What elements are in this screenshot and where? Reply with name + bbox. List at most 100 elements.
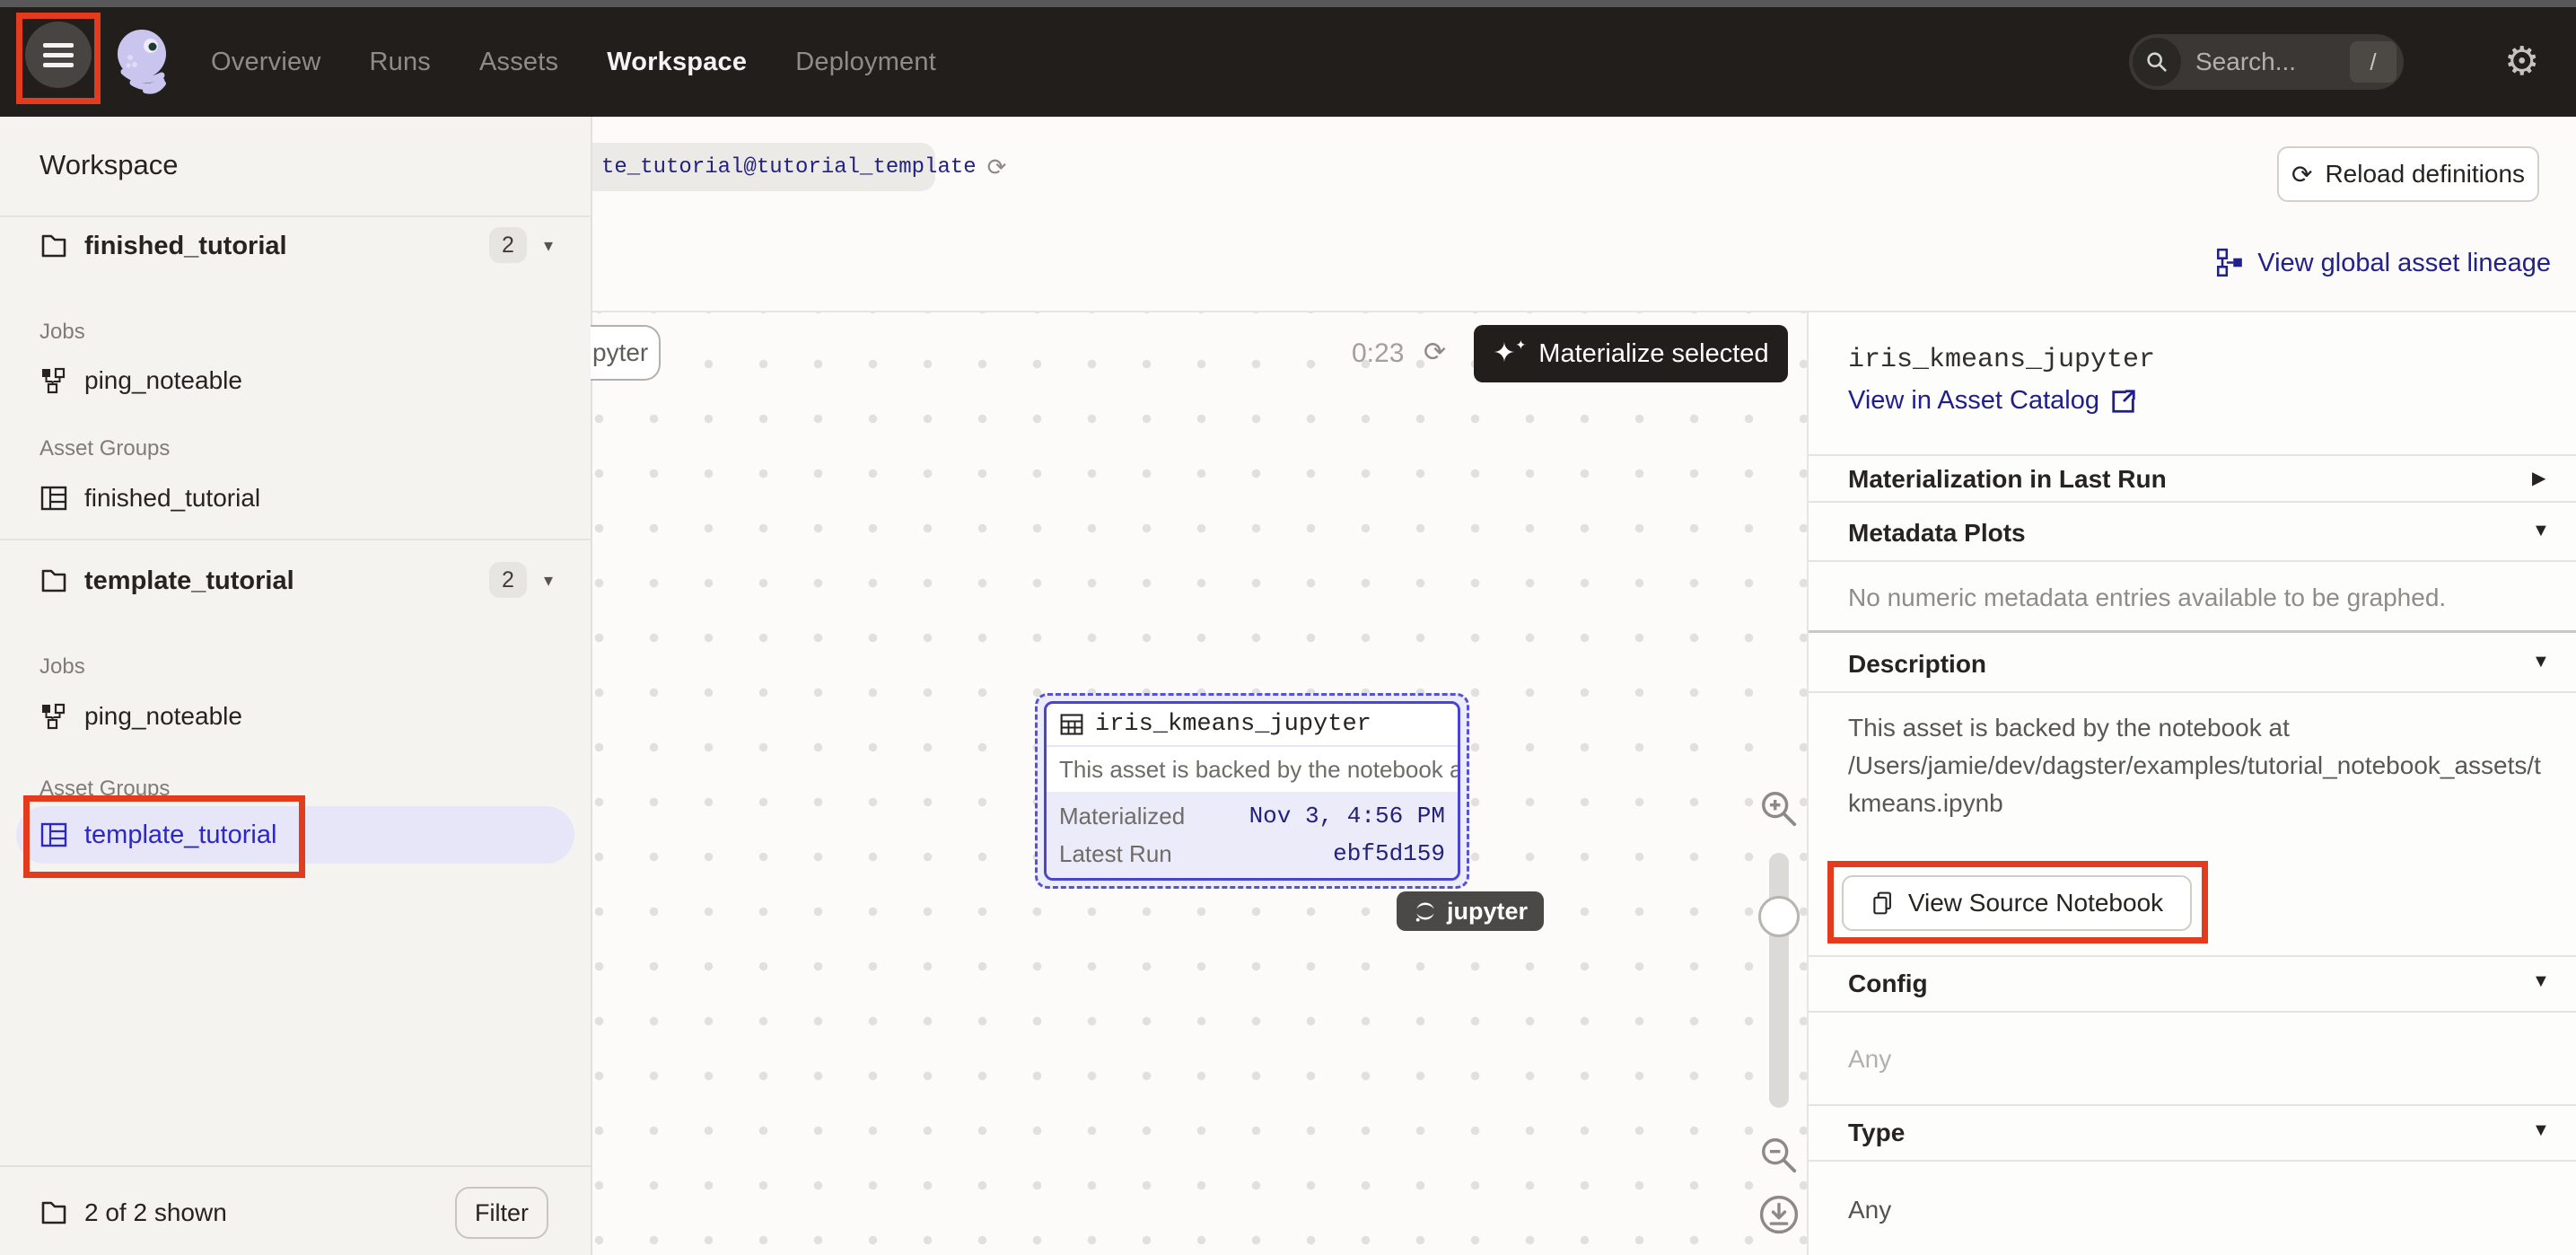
filter-button[interactable]: Filter: [455, 1187, 548, 1239]
section-config[interactable]: Config: [1848, 970, 1928, 998]
chevron-down-icon[interactable]: ▾: [544, 234, 553, 257]
divider: [0, 1165, 592, 1167]
materialize-selected-button[interactable]: ✦✦ Materialize selected: [1474, 325, 1788, 382]
config-value: Any: [1848, 1045, 1891, 1074]
window-top-strip: [0, 0, 2576, 7]
chevron-down-icon[interactable]: ▼: [2532, 521, 2550, 541]
description-text: This asset is backed by the notebook at …: [1848, 709, 2550, 822]
sidebar-group-finished-tutorial[interactable]: finished_tutorial: [0, 481, 592, 515]
search-icon: [2133, 38, 2181, 86]
download-image-icon[interactable]: [1758, 1194, 1800, 1235]
zoom-slider-thumb[interactable]: [1758, 896, 1800, 937]
divider: [1809, 560, 2576, 562]
search-placeholder: Search...: [2195, 48, 2350, 76]
repo-name: finished_tutorial: [84, 232, 287, 261]
chevron-down-icon[interactable]: ▾: [544, 569, 553, 592]
divider: [1809, 955, 2576, 957]
sparkle-icon: ✦✦: [1493, 338, 1526, 369]
divider: [1809, 1011, 2576, 1013]
type-value: Any: [1848, 1196, 1891, 1224]
view-in-asset-catalog-link[interactable]: View in Asset Catalog: [1848, 386, 2137, 416]
sidebar-footer: 2 of 2 shown: [39, 1187, 227, 1239]
latest-run-value[interactable]: ebf5d159: [1333, 840, 1445, 867]
divider: [1809, 1160, 2576, 1162]
gear-icon[interactable]: ⚙: [2504, 29, 2539, 95]
hamburger-annotation-box: [16, 13, 101, 104]
chevron-down-icon[interactable]: ▼: [2532, 652, 2550, 672]
nav-assets[interactable]: Assets: [479, 48, 558, 77]
template-tutorial-annotation-box: [23, 795, 305, 878]
nav-deployment[interactable]: Deployment: [795, 48, 936, 77]
section-description[interactable]: Description: [1848, 650, 1986, 679]
job-graph-icon: [39, 366, 68, 395]
divider: [1809, 454, 2576, 456]
metadata-empty-message: No numeric metadata entries available to…: [1848, 584, 2446, 612]
chevron-down-icon[interactable]: ▼: [2532, 1120, 2550, 1141]
nav-workspace[interactable]: Workspace: [607, 48, 747, 77]
view-global-asset-lineage-link[interactable]: View global asset lineage: [2214, 248, 2551, 278]
divider: [1809, 1104, 2576, 1106]
top-navigation-bar: Overview Runs Assets Workspace Deploymen…: [0, 7, 2576, 117]
section-type[interactable]: Type: [1848, 1119, 1905, 1147]
reload-definitions-button[interactable]: ⟳ Reload definitions: [2277, 146, 2539, 202]
latest-run-label: Latest Run: [1059, 840, 1172, 868]
sidebar-title: Workspace: [39, 149, 179, 181]
refresh-icon[interactable]: ⟳: [987, 154, 1007, 181]
divider: [1809, 630, 2576, 633]
job-name: ping_noteable: [84, 366, 242, 395]
nav-runs[interactable]: Runs: [369, 48, 431, 77]
main-nav: Overview Runs Assets Workspace Deploymen…: [211, 7, 936, 117]
divider: [0, 215, 592, 217]
job-graph-icon: [39, 702, 68, 731]
materialized-value[interactable]: Nov 3, 4:56 PM: [1249, 803, 1445, 829]
table-icon: [1059, 712, 1084, 737]
asset-node-header: iris_kmeans_jupyter: [1047, 704, 1458, 747]
asset-groups-section-label: Asset Groups: [0, 435, 592, 462]
section-materialization-last-run[interactable]: Materialization in Last Run: [1848, 465, 2167, 494]
repository-tag[interactable]: te_tutorial@tutorial_template ⟳: [592, 143, 935, 191]
view-source-notebook-button[interactable]: View Source Notebook: [1842, 875, 2192, 931]
zoom-slider-track[interactable]: [1769, 853, 1789, 1108]
zoom-out-icon[interactable]: [1758, 1135, 1800, 1176]
asset-node-iris-kmeans-jupyter[interactable]: iris_kmeans_jupyter This asset is backed…: [1044, 701, 1460, 881]
sidebar-job-ping-noteable[interactable]: ping_noteable: [0, 364, 592, 398]
repo-count-badge: 2: [489, 227, 527, 263]
lineage-icon: [2214, 248, 2245, 278]
repository-name: te_tutorial@tutorial_template: [601, 155, 977, 180]
zoom-in-icon[interactable]: [1758, 788, 1800, 829]
asset-details-panel: iris_kmeans_jupyter View in Asset Catalo…: [1807, 311, 2576, 1255]
content-header: te_tutorial@tutorial_template ⟳ ⟳ Reload…: [592, 117, 2576, 311]
jobs-section-label: Jobs: [0, 319, 592, 346]
divider: [1809, 691, 2576, 693]
dagster-workspace-screen: Overview Runs Assets Workspace Deploymen…: [0, 0, 2576, 1255]
search-shortcut-hint: /: [2350, 41, 2396, 83]
workspace-sidebar: Workspace finished_tutorial 2 ▾ Jobs pin…: [0, 117, 592, 1255]
refresh-icon: ⟳: [2291, 160, 2312, 189]
asset-node-stats: Materialized Nov 3, 4:56 PM Latest Run e…: [1047, 792, 1458, 878]
asset-group-icon: [39, 484, 68, 513]
chevron-down-icon[interactable]: ▼: [2532, 971, 2550, 992]
refresh-icon[interactable]: ⟳: [1424, 337, 1446, 368]
job-name: ping_noteable: [84, 702, 242, 731]
asset-graph-canvas[interactable]: pyter 0:23 ⟳ ✦✦ Materialize selected iri…: [592, 311, 1807, 1255]
chevron-right-icon[interactable]: ▶: [2532, 467, 2545, 489]
external-link-icon: [2110, 388, 2137, 415]
folder-icon: [39, 1198, 68, 1227]
nav-overview[interactable]: Overview: [211, 48, 320, 77]
sidebar-job-ping-noteable[interactable]: ping_noteable: [0, 699, 592, 733]
section-metadata-plots[interactable]: Metadata Plots: [1848, 519, 2026, 548]
repo-count-badge: 2: [489, 562, 527, 598]
divider: [0, 539, 592, 540]
asset-node-title: iris_kmeans_jupyter: [1095, 711, 1371, 738]
jobs-section-label: Jobs: [0, 654, 592, 680]
group-name: finished_tutorial: [84, 484, 260, 513]
jupyter-tag[interactable]: jupyter: [1397, 891, 1544, 931]
hamburger-icon: [43, 43, 74, 48]
notebook-copy-icon: [1871, 891, 1896, 916]
graph-query-input-fragment[interactable]: pyter: [591, 325, 661, 381]
search-input[interactable]: Search... /: [2129, 34, 2404, 90]
hamburger-menu-button[interactable]: [25, 22, 92, 88]
jupyter-icon: [1413, 899, 1438, 924]
folder-icon: [39, 232, 68, 260]
dagster-logo: [106, 23, 181, 99]
